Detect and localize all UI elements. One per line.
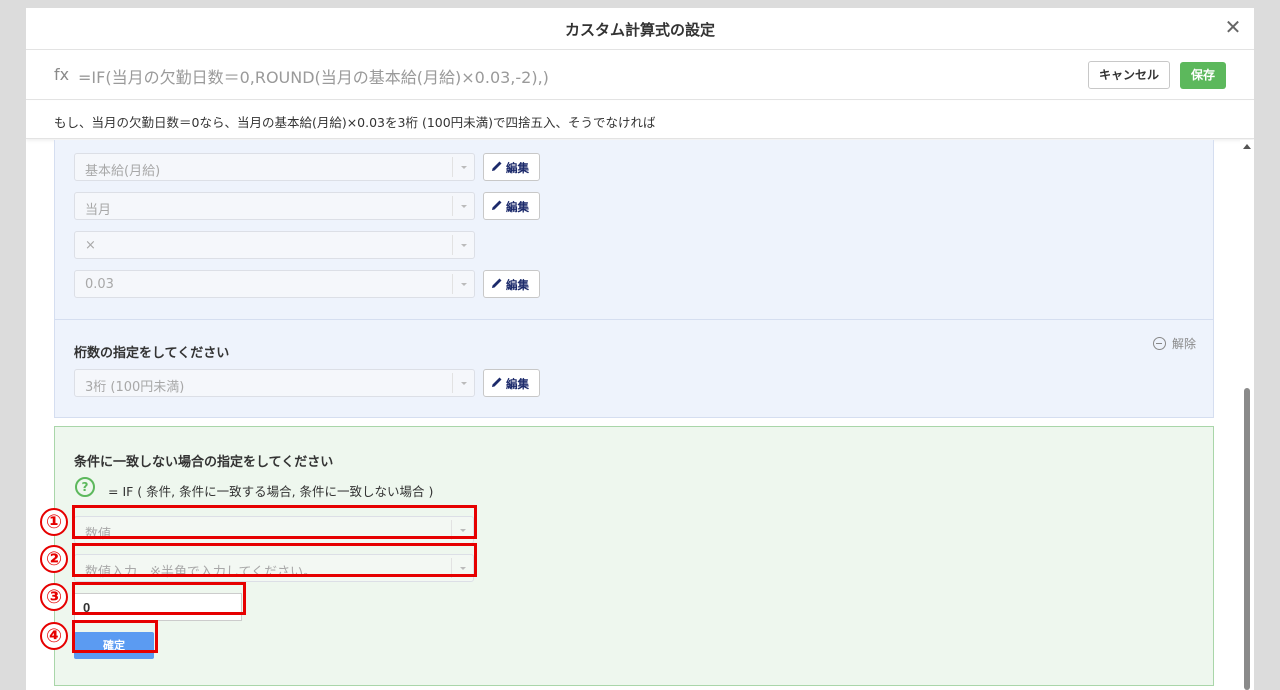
pencil-icon [492,161,502,171]
scrollbar[interactable] [1240,140,1254,690]
operand-select-1[interactable]: 基本給(月給) [74,153,475,181]
operator-select[interactable]: × [74,231,475,259]
step-marker-3: ③ [40,583,68,611]
digits-section-label: 桁数の指定をしてください [74,346,230,361]
pencil-icon [492,377,502,387]
digits-select[interactable]: 3桁 (100円未満) [74,369,475,397]
fx-label: fx [54,65,70,84]
save-button[interactable]: 保存 [1180,62,1226,89]
divider [55,319,1213,320]
edit-button-1[interactable]: 編集 [483,153,540,181]
operand-select-2[interactable]: 当月 [74,192,475,220]
scroll-up-arrow-icon[interactable] [1243,144,1251,149]
highlight-box-4 [72,620,158,653]
if-syntax-help: = IF ( 条件, 条件に一致する場合, 条件に一致しない場合 ) [108,484,434,499]
edit-button-2[interactable]: 編集 [483,192,540,220]
highlight-box-3 [72,582,246,615]
modal-title: カスタム計算式の設定 [564,21,715,39]
help-icon[interactable]: ? [75,477,95,497]
chevron-down-icon [452,157,474,177]
chevron-down-icon [452,274,474,294]
close-icon[interactable]: ✕ [1222,16,1244,38]
step-marker-1: ① [40,508,68,536]
minus-circle-icon [1153,337,1166,350]
remove-digits-button[interactable]: 解除 [1153,335,1196,352]
operand-select-3[interactable]: 0.03 [74,270,475,298]
cancel-button[interactable]: キャンセル [1088,61,1170,89]
step-marker-4: ④ [40,622,68,650]
formula-description-bar: もし、当月の欠勤日数＝0なら、当月の基本給(月給)×0.03を3桁 (100円未… [26,101,1254,139]
chevron-down-icon [452,373,474,393]
edit-button-digits[interactable]: 編集 [483,369,540,397]
chevron-down-icon [452,196,474,216]
edit-button-3[interactable]: 編集 [483,270,540,298]
highlight-box-2 [72,543,477,577]
else-section-label: 条件に一致しない場合の指定をしてください [74,455,334,470]
round-panel: 基本給(月給) 編集 当月 編集 × 0.03 編集 桁数の指定をしてください … [54,140,1214,418]
modal-header: カスタム計算式の設定 ✕ [26,8,1254,50]
highlight-box-1 [72,505,477,539]
formula-bar: fx =IF(当月の欠勤日数＝0,ROUND(当月の基本給(月給)×0.03,-… [26,51,1254,100]
pencil-icon [492,278,502,288]
formula-description: もし、当月の欠勤日数＝0なら、当月の基本給(月給)×0.03を3桁 (100円未… [54,115,656,130]
formula-expression: =IF(当月の欠勤日数＝0,ROUND(当月の基本給(月給)×0.03,-2),… [78,68,549,87]
scroll-thumb[interactable] [1244,388,1250,690]
pencil-icon [492,200,502,210]
chevron-down-icon [452,235,474,255]
step-marker-2: ② [40,545,68,573]
